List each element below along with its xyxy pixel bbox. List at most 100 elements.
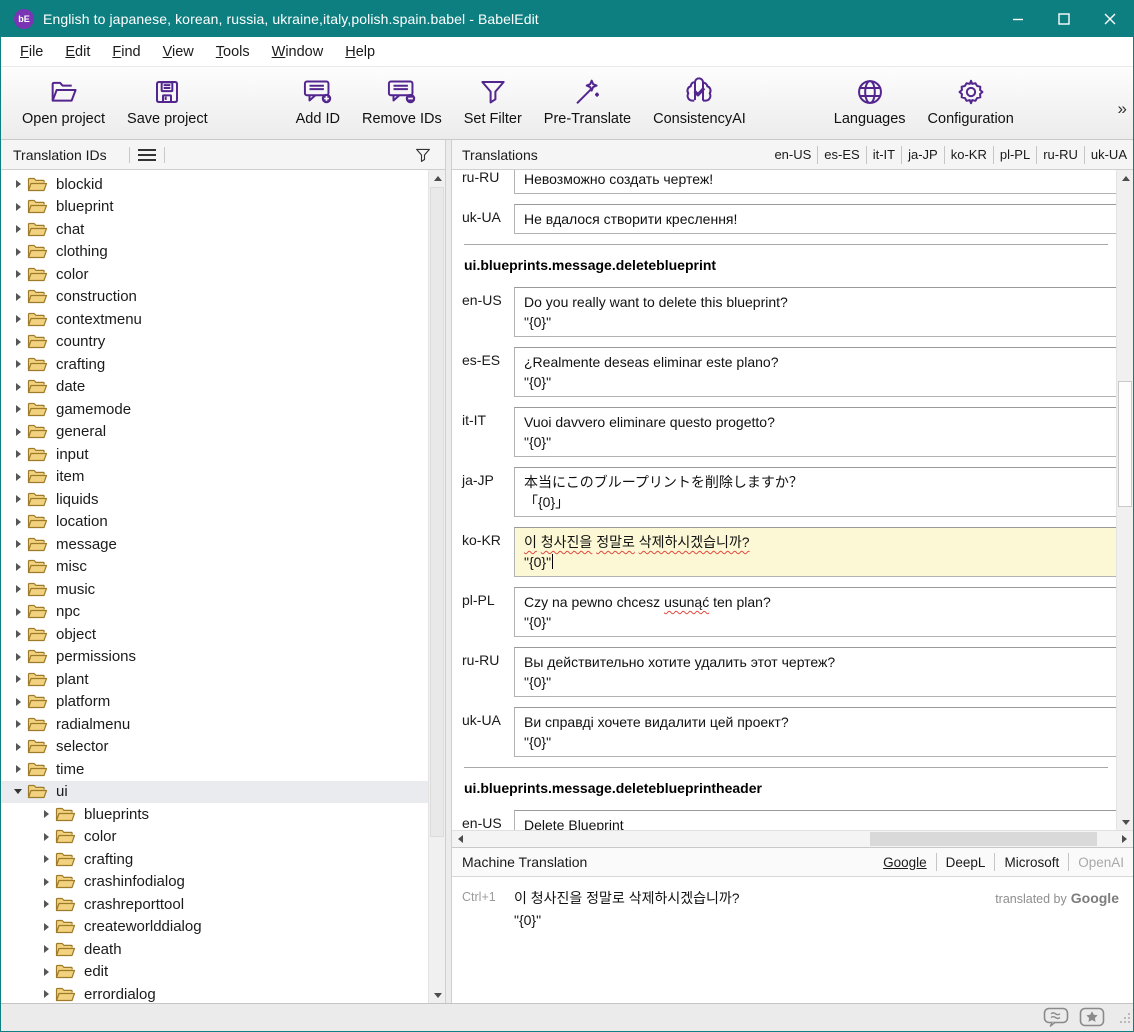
chevron-right-icon[interactable] bbox=[9, 698, 27, 706]
chevron-right-icon[interactable] bbox=[37, 855, 55, 863]
tree-item-item[interactable]: item bbox=[1, 466, 428, 489]
menu-view[interactable]: View bbox=[152, 40, 205, 64]
lang-tab-ja-JP[interactable]: ja-JP bbox=[902, 147, 944, 162]
chevron-right-icon[interactable] bbox=[9, 248, 27, 256]
translation-field-ru-RU[interactable]: Невозможно создать чертеж! bbox=[514, 170, 1123, 194]
set-filter-button[interactable]: Set Filter bbox=[453, 75, 533, 127]
tree-item-gamemode[interactable]: gamemode bbox=[1, 398, 428, 421]
tree-item-edit[interactable]: edit bbox=[1, 961, 428, 984]
tree-item-blueprints[interactable]: blueprints bbox=[1, 803, 428, 826]
chevron-right-icon[interactable] bbox=[37, 945, 55, 953]
tree-item-date[interactable]: date bbox=[1, 376, 428, 399]
chevron-right-icon[interactable] bbox=[9, 270, 27, 278]
scroll-up-icon[interactable] bbox=[429, 170, 445, 186]
tree-item-death[interactable]: death bbox=[1, 938, 428, 961]
tree-item-color[interactable]: color bbox=[1, 263, 428, 286]
close-button[interactable] bbox=[1087, 1, 1133, 37]
scroll-right-icon[interactable] bbox=[1116, 831, 1133, 847]
chevron-right-icon[interactable] bbox=[9, 450, 27, 458]
chevron-right-icon[interactable] bbox=[9, 630, 27, 638]
tree-item-ui[interactable]: ui bbox=[1, 781, 428, 804]
tree-item-platform[interactable]: platform bbox=[1, 691, 428, 714]
menu-file[interactable]: File bbox=[9, 40, 54, 64]
scroll-down-icon[interactable] bbox=[1117, 814, 1133, 830]
chevron-right-icon[interactable] bbox=[9, 293, 27, 301]
chevron-right-icon[interactable] bbox=[9, 203, 27, 211]
chevron-right-icon[interactable] bbox=[9, 563, 27, 571]
chevron-right-icon[interactable] bbox=[9, 428, 27, 436]
translation-field-pl-PL[interactable]: Czy na pewno chcesz usunąć ten plan?"{0}… bbox=[514, 587, 1123, 637]
translations-scroll-thumb[interactable] bbox=[1118, 381, 1132, 506]
translations-hscrollbar[interactable] bbox=[452, 830, 1133, 847]
translation-field-en-US[interactable]: Do you really want to delete this bluepr… bbox=[514, 287, 1123, 337]
tree-item-radialmenu[interactable]: radialmenu bbox=[1, 713, 428, 736]
tree-item-liquids[interactable]: liquids bbox=[1, 488, 428, 511]
feedback-icon[interactable] bbox=[1043, 1007, 1069, 1028]
tree-item-music[interactable]: music bbox=[1, 578, 428, 601]
scroll-left-icon[interactable] bbox=[452, 831, 469, 847]
chevron-right-icon[interactable] bbox=[9, 180, 27, 188]
tree-item-npc[interactable]: npc bbox=[1, 601, 428, 624]
provider-tab-google[interactable]: Google bbox=[874, 855, 936, 870]
chevron-right-icon[interactable] bbox=[9, 473, 27, 481]
tree-item-clothing[interactable]: clothing bbox=[1, 241, 428, 264]
chevron-right-icon[interactable] bbox=[9, 315, 27, 323]
toolbar-overflow-icon[interactable]: » bbox=[1118, 99, 1127, 119]
maximize-button[interactable] bbox=[1041, 1, 1087, 37]
open-project-button[interactable]: Open project bbox=[11, 75, 116, 127]
tree-item-time[interactable]: time bbox=[1, 758, 428, 781]
chevron-right-icon[interactable] bbox=[37, 990, 55, 998]
chevron-down-icon[interactable] bbox=[9, 789, 27, 794]
tree-scroll-thumb[interactable] bbox=[430, 187, 444, 837]
provider-tab-openai[interactable]: OpenAI bbox=[1069, 855, 1133, 870]
translation-field-es-ES[interactable]: ¿Realmente deseas eliminar este plano?"{… bbox=[514, 347, 1123, 397]
provider-tab-deepl[interactable]: DeepL bbox=[937, 855, 995, 870]
chevron-right-icon[interactable] bbox=[9, 765, 27, 773]
chevron-right-icon[interactable] bbox=[37, 833, 55, 841]
tree-item-selector[interactable]: selector bbox=[1, 736, 428, 759]
tree-item-construction[interactable]: construction bbox=[1, 286, 428, 309]
chevron-right-icon[interactable] bbox=[9, 720, 27, 728]
lang-tab-pl-PL[interactable]: pl-PL bbox=[994, 147, 1036, 162]
chevron-right-icon[interactable] bbox=[9, 540, 27, 548]
consistency-ai-button[interactable]: ConsistencyAI bbox=[642, 75, 757, 127]
save-project-button[interactable]: Save project bbox=[116, 75, 219, 127]
tree-item-contextmenu[interactable]: contextmenu bbox=[1, 308, 428, 331]
translation-field-en-US[interactable]: Delete Blueprint bbox=[514, 810, 1123, 830]
menu-edit[interactable]: Edit bbox=[54, 40, 101, 64]
chevron-right-icon[interactable] bbox=[9, 360, 27, 368]
chevron-right-icon[interactable] bbox=[9, 675, 27, 683]
translation-field-uk-UA[interactable]: Ви справді хочете видалити цей проект?"{… bbox=[514, 707, 1123, 757]
chevron-right-icon[interactable] bbox=[9, 225, 27, 233]
chevron-right-icon[interactable] bbox=[37, 878, 55, 886]
tree-item-message[interactable]: message bbox=[1, 533, 428, 556]
lang-tab-uk-UA[interactable]: uk-UA bbox=[1085, 147, 1133, 162]
add-id-button[interactable]: Add ID bbox=[285, 75, 351, 127]
chevron-right-icon[interactable] bbox=[37, 968, 55, 976]
menu-find[interactable]: Find bbox=[101, 40, 151, 64]
tree-item-input[interactable]: input bbox=[1, 443, 428, 466]
resize-grip[interactable] bbox=[1119, 1011, 1131, 1029]
chevron-right-icon[interactable] bbox=[9, 608, 27, 616]
lang-tab-it-IT[interactable]: it-IT bbox=[867, 147, 901, 162]
chevron-right-icon[interactable] bbox=[9, 743, 27, 751]
tree-scrollbar[interactable] bbox=[428, 170, 445, 1003]
chevron-right-icon[interactable] bbox=[9, 585, 27, 593]
tree-item-misc[interactable]: misc bbox=[1, 556, 428, 579]
translation-field-ru-RU[interactable]: Вы действительно хотите удалить этот чер… bbox=[514, 647, 1123, 697]
chevron-right-icon[interactable] bbox=[9, 383, 27, 391]
translation-field-ja-JP[interactable]: 本当にこのブループリントを削除しますか？「{0}」 bbox=[514, 467, 1123, 517]
tree-item-blockid[interactable]: blockid bbox=[1, 173, 428, 196]
chevron-right-icon[interactable] bbox=[9, 495, 27, 503]
translations-scrollbar[interactable] bbox=[1116, 170, 1133, 830]
tree-item-permissions[interactable]: permissions bbox=[1, 646, 428, 669]
remove-ids-button[interactable]: Remove IDs bbox=[351, 75, 453, 127]
tree-item-crashinfodialog[interactable]: crashinfodialog bbox=[1, 871, 428, 894]
tree-item-location[interactable]: location bbox=[1, 511, 428, 534]
tree-item-color[interactable]: color bbox=[1, 826, 428, 849]
provider-tab-microsoft[interactable]: Microsoft bbox=[995, 855, 1068, 870]
menu-window[interactable]: Window bbox=[261, 40, 335, 64]
chevron-right-icon[interactable] bbox=[37, 923, 55, 931]
chevron-right-icon[interactable] bbox=[9, 653, 27, 661]
minimize-button[interactable] bbox=[995, 1, 1041, 37]
